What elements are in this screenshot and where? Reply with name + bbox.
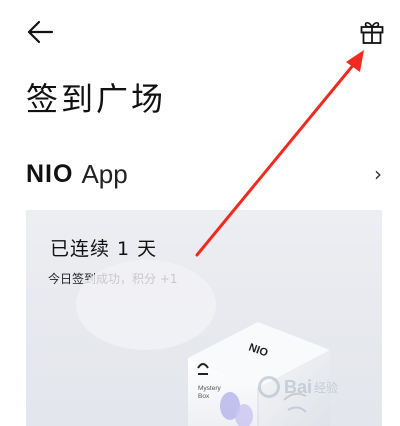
back-button[interactable] [24, 18, 56, 50]
arrow-left-icon [26, 20, 54, 48]
nio-app-entry[interactable]: NIO App › [26, 152, 388, 196]
status-bar-clipped [0, 0, 400, 6]
gift-icon [359, 19, 385, 49]
brand-app-label: App [81, 158, 128, 189]
page-title: 签到广场 [26, 80, 167, 118]
watermark-suffix: 经验 [314, 380, 339, 395]
box-label-box: Box [198, 393, 210, 400]
baidu-watermark: Bai 经验 [258, 376, 338, 398]
box-label-mystery: Mystery [198, 385, 222, 392]
chevron-right-icon: › [374, 162, 382, 186]
nio-logo: NIO [26, 159, 74, 188]
paw-icon [258, 376, 280, 398]
gift-button[interactable] [356, 18, 388, 50]
watermark-text: Bai [284, 376, 313, 397]
